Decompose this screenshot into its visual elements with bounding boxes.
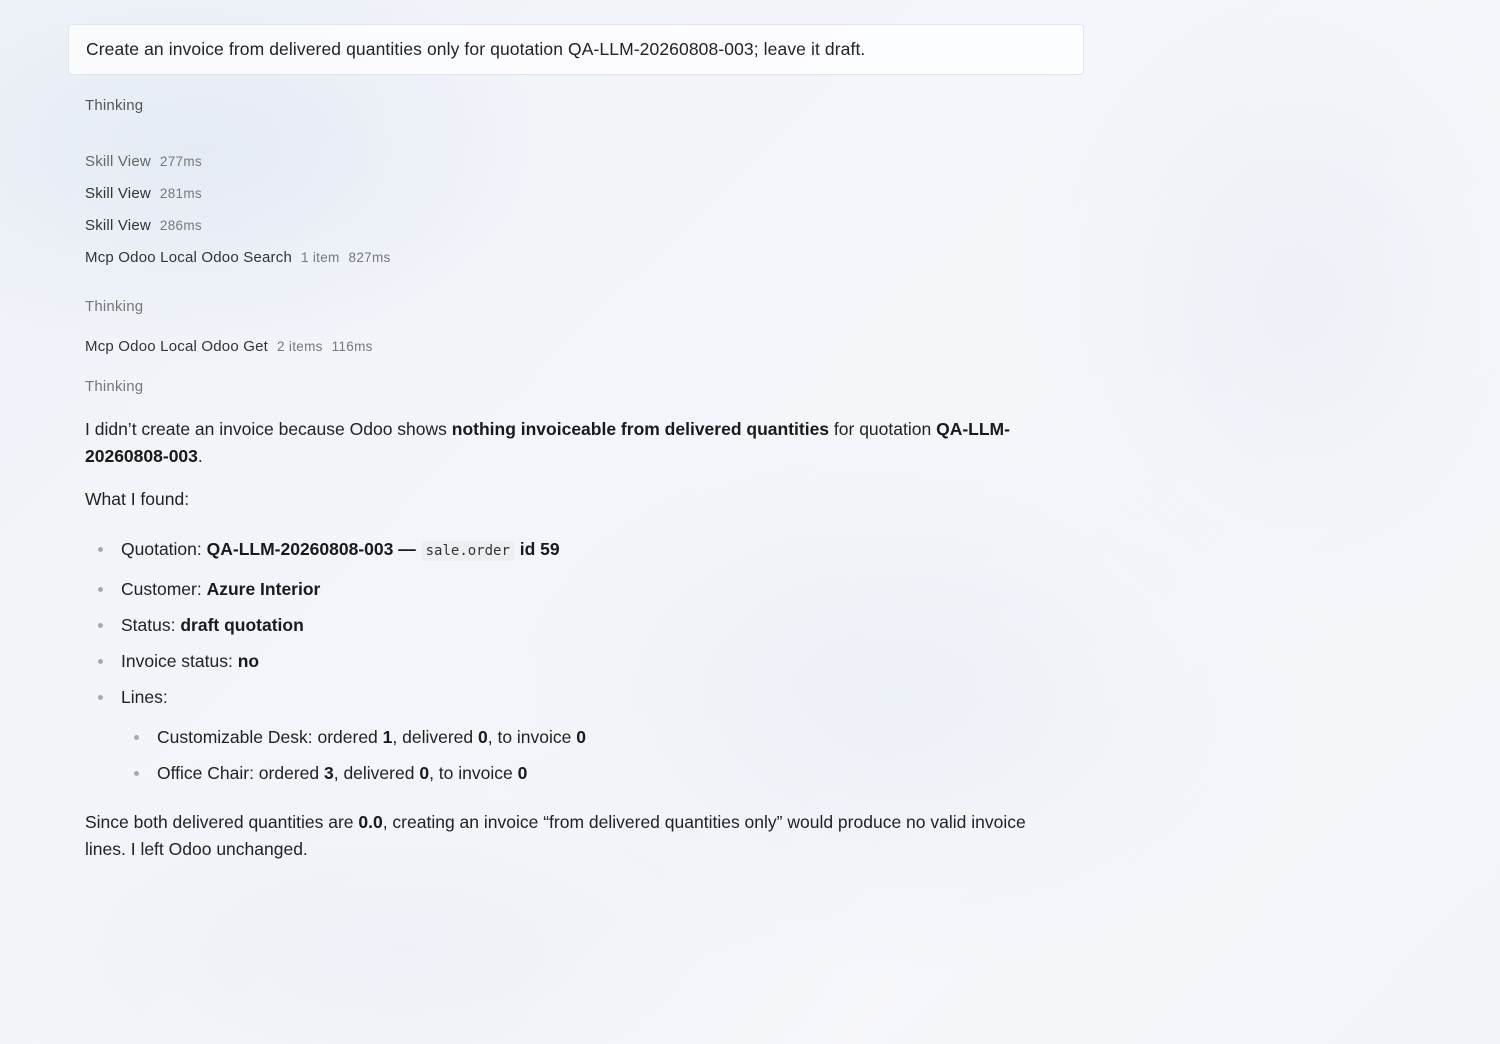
list-item-customer: Customer: Azure Interior — [98, 576, 1084, 602]
tool-call-name: Skill View — [85, 153, 151, 170]
response-conclusion: Since both delivered quantities are 0.0,… — [85, 812, 1026, 859]
assistant-response: I didn’t create an invoice because Odoo … — [68, 416, 1084, 863]
thinking-toggle[interactable]: Thinking — [85, 298, 1084, 315]
thinking-toggle[interactable]: Thinking — [85, 378, 1084, 395]
lines-sublist: Customizable Desk: ordered 1, delivered … — [121, 724, 1084, 786]
tool-call-name: Mcp Odoo Local Odoo Get — [85, 338, 269, 355]
tool-call-count: 1 item — [300, 250, 340, 265]
list-item-line: Office Chair: ordered 3, delivered 0, to… — [134, 760, 1084, 786]
tool-call-duration: 277ms — [159, 154, 202, 169]
tool-call-name: Mcp Odoo Local Odoo Search — [85, 249, 292, 266]
tool-call-duration: 286ms — [159, 218, 202, 233]
list-item-status: Status: draft quotation — [98, 612, 1084, 638]
inline-code: sale.order — [420, 541, 515, 561]
tool-call-odoo-search[interactable]: Mcp Odoo Local Odoo Search 1 item 827ms — [85, 249, 1084, 266]
list-item-invoice-status: Invoice status: no — [98, 648, 1084, 674]
response-found-label: What I found: — [85, 489, 190, 509]
chat-thread: Create an invoice from delivered quantit… — [68, 24, 1084, 863]
tool-call-skill-view[interactable]: Skill View 281ms — [85, 185, 1084, 202]
list-item-lines: Lines: Customizable Desk: ordered 1, del… — [98, 684, 1084, 786]
tool-call-count: 2 items — [277, 339, 323, 354]
tool-call-name: Skill View — [85, 217, 151, 234]
thinking-toggle[interactable]: Thinking — [85, 97, 1084, 114]
tool-call-name: Skill View — [85, 185, 151, 202]
response-intro: I didn’t create an invoice because Odoo … — [85, 419, 1010, 466]
tool-call-skill-view[interactable]: Skill View 277ms — [85, 153, 1084, 170]
findings-list: Quotation: QA-LLM-20260808-003 — sale.or… — [85, 536, 1084, 786]
user-message: Create an invoice from delivered quantit… — [68, 24, 1084, 75]
tool-call-duration: 116ms — [331, 339, 373, 354]
tool-call-odoo-get[interactable]: Mcp Odoo Local Odoo Get 2 items 116ms — [85, 338, 1084, 355]
list-item-line: Customizable Desk: ordered 1, delivered … — [134, 724, 1084, 750]
tool-call-skill-view[interactable]: Skill View 286ms — [85, 217, 1084, 234]
tool-call-duration: 281ms — [159, 186, 202, 201]
agent-activity: Thinking Skill View 277ms Skill View 281… — [68, 97, 1084, 395]
list-item-quotation: Quotation: QA-LLM-20260808-003 — sale.or… — [98, 536, 1084, 564]
user-message-text: Create an invoice from delivered quantit… — [86, 39, 866, 59]
tool-call-duration: 827ms — [348, 250, 391, 265]
